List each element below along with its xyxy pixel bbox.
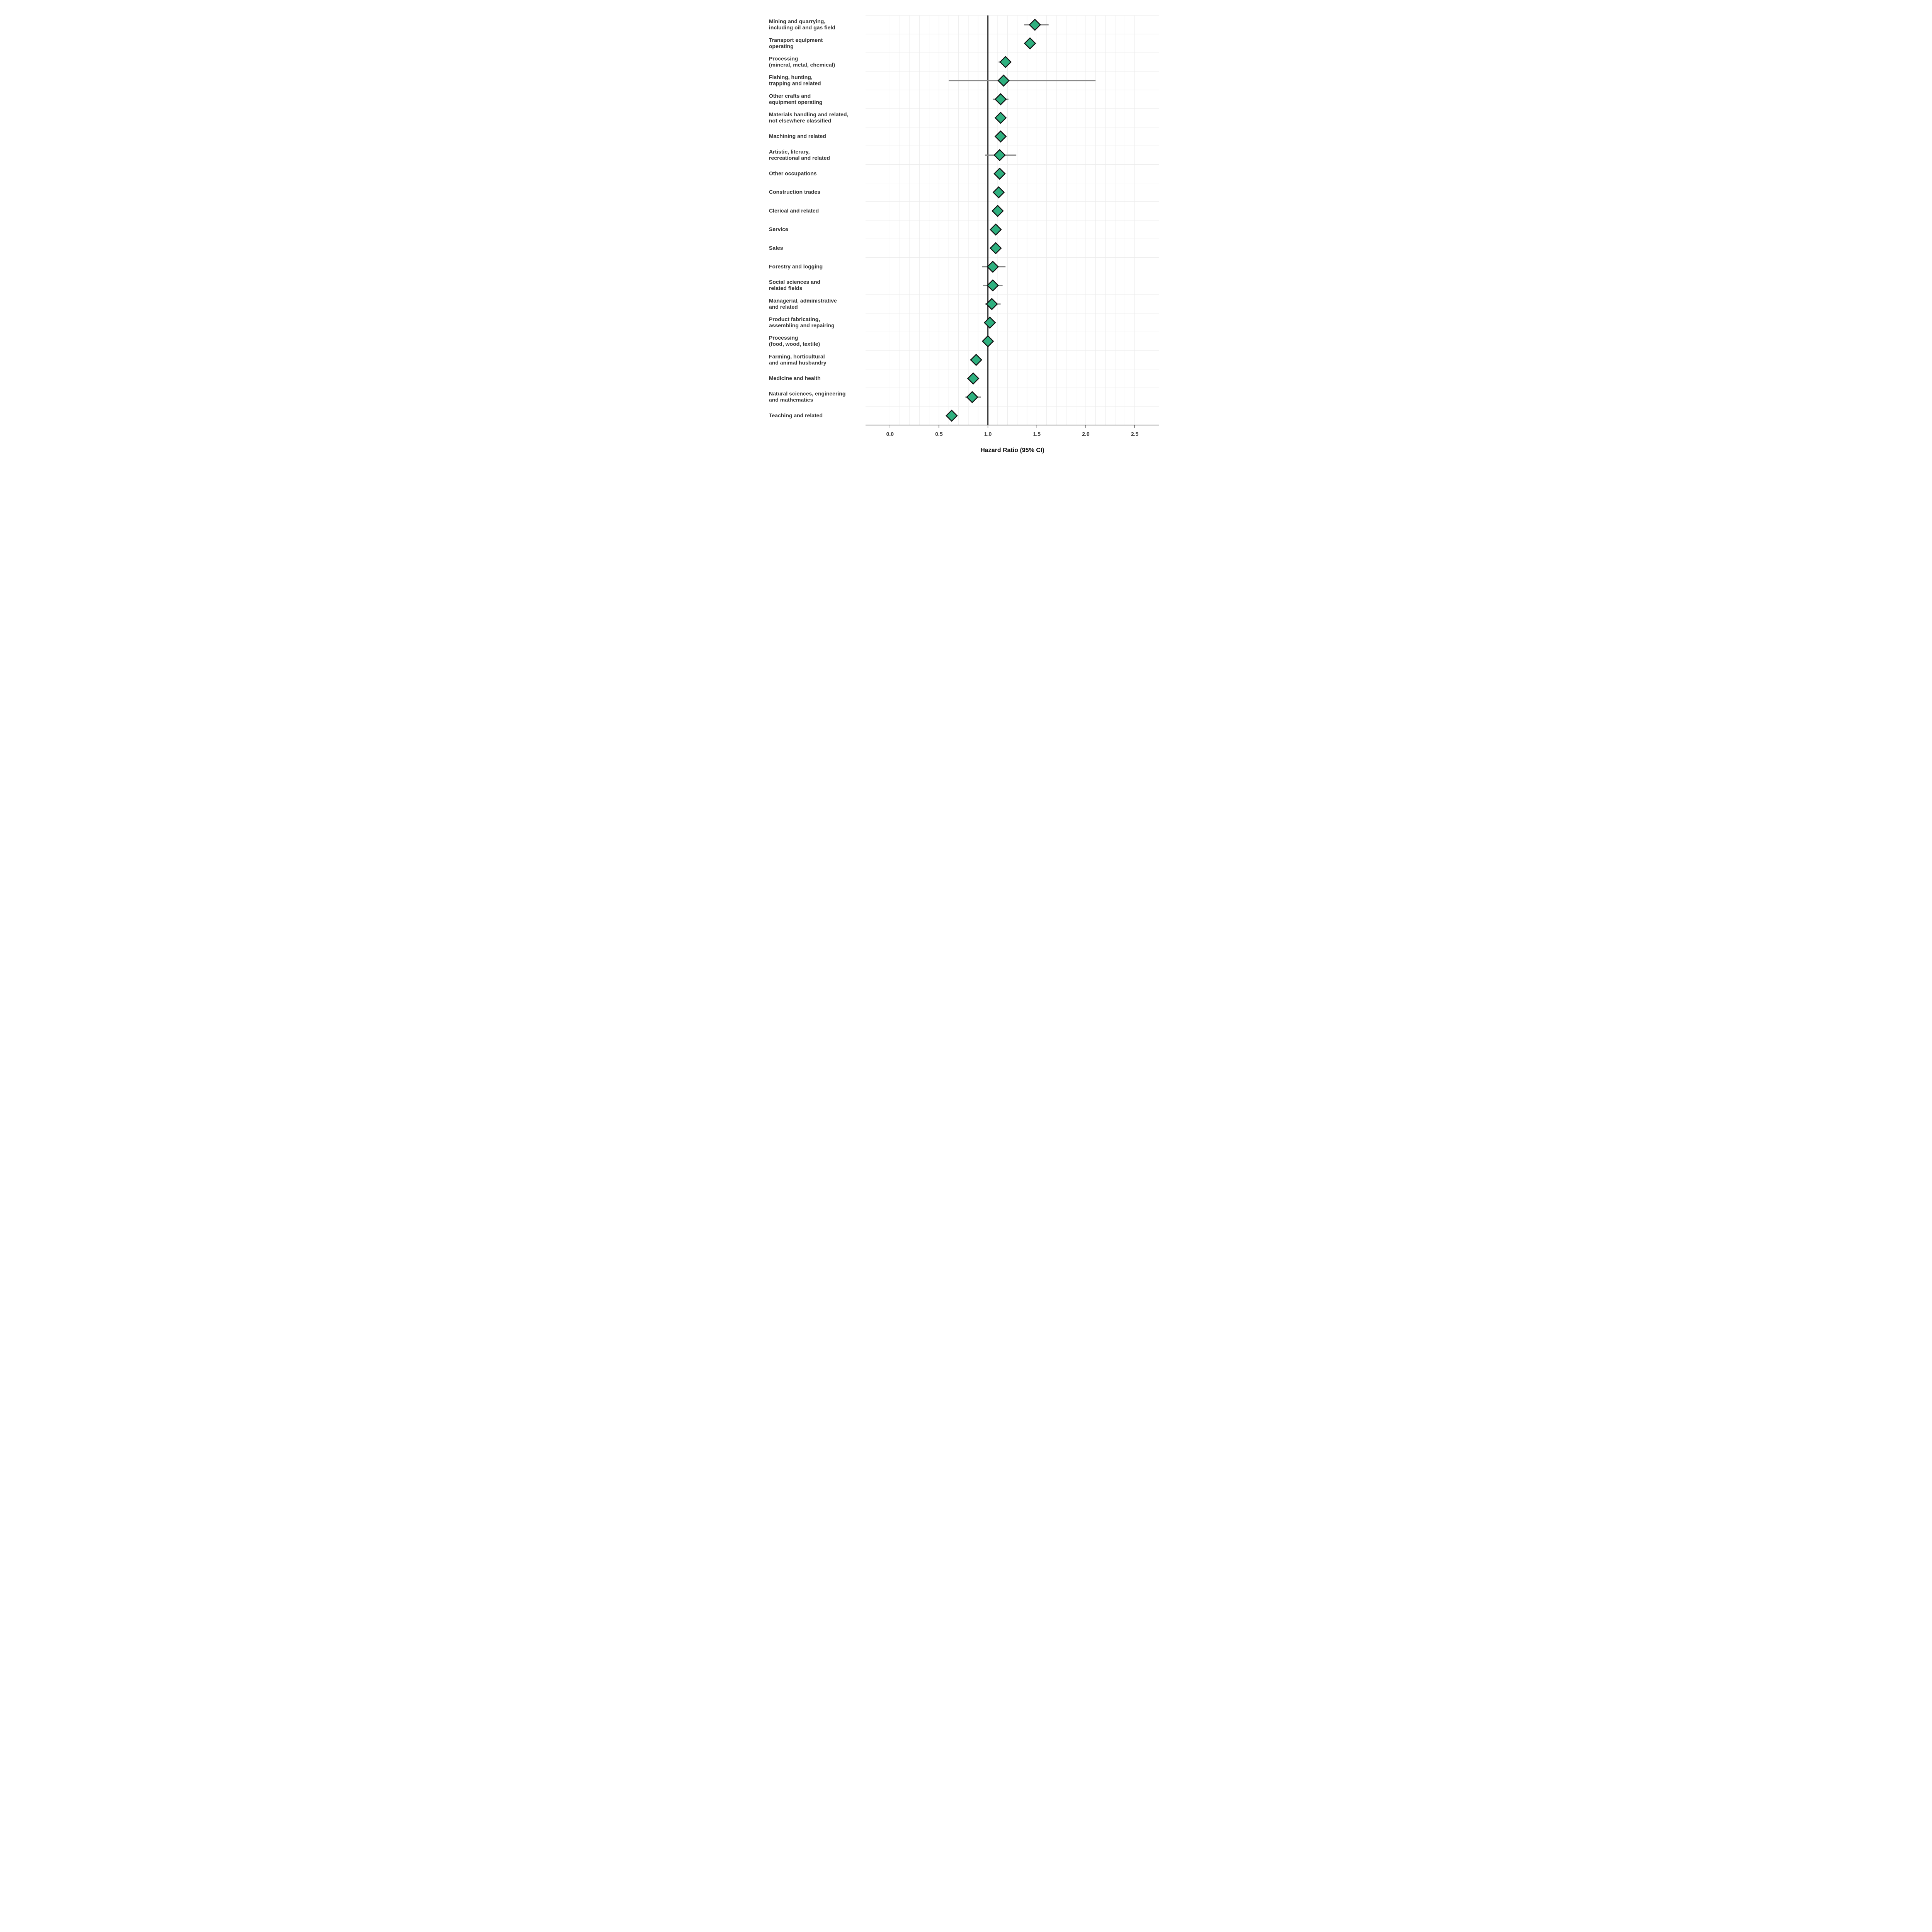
point-marker [1029,19,1040,30]
point-marker [983,336,993,347]
x-tick-label: 0.0 [886,431,894,437]
x-tick-label: 1.0 [984,431,992,437]
category-label: Materials handling and related, [769,111,848,117]
forest-plot: 0.0 0.5 1.0 1.5 2.0 2.5 Hazard Ratio (95% CI) M… [757,0,1175,464]
point-marker [995,131,1006,142]
category-label: trapping and related [769,80,821,87]
category-label: Transport equipment [769,37,823,43]
category-label: Medicine and health [769,375,821,381]
category-label: and related [769,304,798,310]
category-label: related fields [769,285,803,291]
point-marker [993,187,1004,198]
point-marker [990,224,1001,235]
point-marker [1025,38,1036,49]
point-marker [994,150,1005,160]
category-label: Managerial, administrative [769,298,837,304]
point-marker [1000,56,1011,67]
category-label: operating [769,43,794,49]
category-label: Product fabricating, [769,316,820,322]
point-marker [987,280,998,291]
category-label: Mining and quarrying, [769,18,825,24]
category-label: Other occupations [769,170,817,177]
category-label: Social sciences and [769,279,820,285]
point-marker [985,317,995,328]
point-marker [995,94,1006,105]
category-label: Construction trades [769,189,820,195]
point-marker [995,112,1006,123]
category-label: and animal husbandry [769,359,827,366]
point-marker [987,261,998,272]
category-label: and mathematics [769,397,813,403]
x-tick-label: 2.5 [1131,431,1139,437]
point-marker [990,243,1001,253]
category-label: including oil and gas field [769,24,835,31]
point-marker [992,206,1003,216]
category-label: Service [769,226,788,232]
category-label: Machining and related [769,133,826,139]
point-marker [968,373,979,384]
category-label: Processing [769,335,798,341]
x-tick-label: 1.5 [1033,431,1041,437]
x-axis-title: Hazard Ratio (95% CI) [980,447,1044,454]
category-label: equipment operating [769,99,822,105]
category-label: Natural sciences, engineering [769,391,845,397]
category-label: Other crafts and [769,93,811,99]
category-label: (mineral, metal, chemical) [769,61,835,68]
category-label: Artistic, literary, [769,148,810,155]
point-marker [971,354,981,365]
category-label: Clerical and related [769,207,819,214]
point-marker [946,410,957,421]
category-label: not elsewhere classified [769,117,831,124]
category-label: Farming, horticultural [769,353,825,359]
category-label: recreational and related [769,155,830,161]
category-label: assembling and repairing [769,322,835,328]
category-label: Forestry and logging [769,263,823,269]
x-tick-label: 2.0 [1082,431,1090,437]
category-label: Sales [769,245,783,251]
x-tick-label: 0.5 [935,431,943,437]
point-marker [994,168,1005,179]
category-label: (food, wood, textile) [769,341,820,347]
chart-svg: 0.0 0.5 1.0 1.5 2.0 2.5 Hazard Ratio (95% CI) M… [757,0,1175,464]
category-label: Fishing, hunting, [769,74,813,80]
category-label: Teaching and related [769,412,823,418]
category-label: Processing [769,55,798,61]
